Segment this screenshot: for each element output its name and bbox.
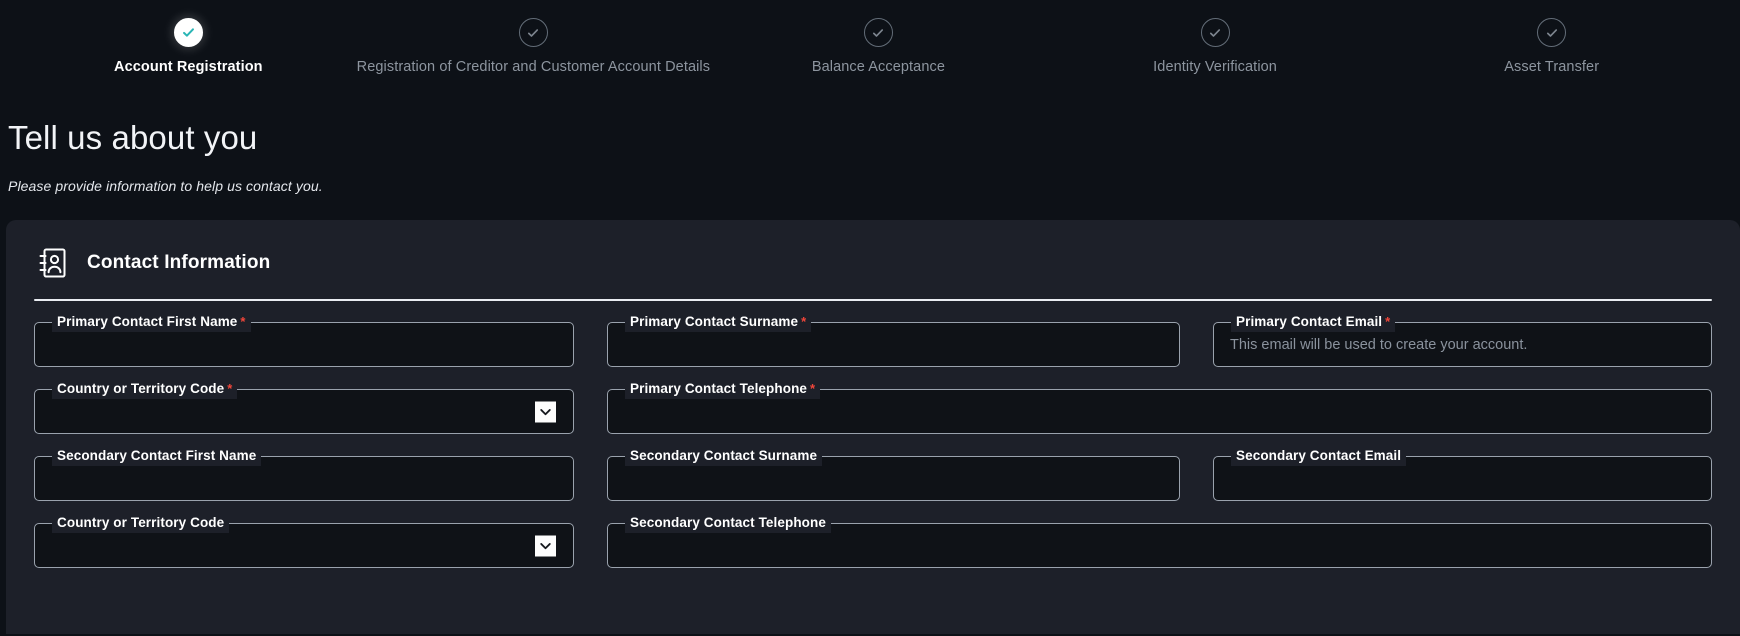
stepper-step-account-registration[interactable]: Account Registration (20, 18, 357, 76)
required-marker: * (810, 381, 815, 396)
secondary-country-or-territory-code-field[interactable]: Country or Territory Code (34, 523, 574, 568)
check-icon (526, 26, 540, 40)
stepper-step-identity-verification[interactable]: Identity Verification (1047, 18, 1384, 76)
form-cell: Primary Contact First Name* (34, 322, 574, 389)
check-icon (181, 25, 196, 40)
page-subtitle: Please provide information to help us co… (8, 178, 1740, 194)
card-header: Contact Information (34, 242, 1712, 280)
primary-contact-email-label: Primary Contact Email* (1231, 313, 1395, 331)
contact-information-form: Primary Contact First Name* Primary Cont… (34, 301, 1712, 590)
stepper-step-label: Identity Verification (1153, 59, 1277, 76)
stepper-step-label: Balance Acceptance (812, 59, 945, 76)
secondary-contact-email-field[interactable]: Secondary Contact Email (1213, 456, 1712, 501)
stepper-step-registration-of-creditor-and-customer-account-details[interactable]: Registration of Creditor and Customer Ac… (357, 18, 710, 76)
primary-contact-first-name-field[interactable]: Primary Contact First Name* (34, 322, 574, 367)
primary-country-or-territory-code-field[interactable]: Country or Territory Code* (34, 389, 574, 434)
primary-contact-telephone-field[interactable]: Primary Contact Telephone* (607, 389, 1712, 434)
form-cell: Secondary Contact First Name (34, 456, 574, 523)
form-cell: Country or Territory Code (34, 523, 574, 590)
required-marker: * (227, 381, 232, 396)
required-marker: * (240, 314, 245, 329)
secondary-country-or-territory-code-label: Country or Territory Code (52, 514, 229, 532)
secondary-contact-telephone-label: Secondary Contact Telephone (625, 514, 831, 532)
secondary-contact-surname-field[interactable]: Secondary Contact Surname (607, 456, 1180, 501)
form-cell: Primary Contact Email* (1213, 322, 1712, 389)
step-status-bubble (174, 18, 203, 47)
card-title: Contact Information (87, 252, 270, 274)
chevron-down-icon[interactable] (535, 401, 556, 422)
primary-contact-surname-field[interactable]: Primary Contact Surname* (607, 322, 1180, 367)
form-cell: Primary Contact Surname* (607, 322, 1180, 389)
check-icon (871, 26, 885, 40)
contact-information-card: Contact Information Primary Contact Firs… (6, 220, 1740, 634)
step-status-bubble (864, 18, 893, 47)
progress-stepper: Account Registration Registration of Cre… (0, 0, 1740, 108)
stepper-step-asset-transfer[interactable]: Asset Transfer (1383, 18, 1720, 76)
primary-contact-telephone-label: Primary Contact Telephone* (625, 380, 820, 398)
primary-contact-first-name-label: Primary Contact First Name* (52, 313, 251, 331)
stepper-step-label: Account Registration (114, 59, 263, 76)
contact-book-icon (36, 246, 70, 280)
secondary-contact-first-name-field[interactable]: Secondary Contact First Name (34, 456, 574, 501)
check-icon (1208, 26, 1222, 40)
required-marker: * (801, 314, 806, 329)
secondary-contact-first-name-label: Secondary Contact First Name (52, 447, 261, 465)
primary-contact-email-field[interactable]: Primary Contact Email* (1213, 322, 1712, 367)
stepper-step-label: Asset Transfer (1504, 59, 1599, 76)
secondary-contact-surname-label: Secondary Contact Surname (625, 447, 822, 465)
secondary-contact-email-label: Secondary Contact Email (1231, 447, 1406, 465)
page-heading-block: Tell us about you Please provide informa… (0, 108, 1740, 194)
step-status-bubble (519, 18, 548, 47)
step-status-bubble (1201, 18, 1230, 47)
step-status-bubble (1537, 18, 1566, 47)
form-cell: Primary Contact Telephone* (607, 389, 1712, 456)
page-title: Tell us about you (8, 120, 1740, 156)
stepper-step-balance-acceptance[interactable]: Balance Acceptance (710, 18, 1047, 76)
required-marker: * (1385, 314, 1390, 329)
stepper-step-label: Registration of Creditor and Customer Ac… (357, 59, 710, 76)
form-cell: Secondary Contact Telephone (607, 523, 1712, 590)
secondary-contact-telephone-field[interactable]: Secondary Contact Telephone (607, 523, 1712, 568)
check-icon (1545, 26, 1559, 40)
primary-country-or-territory-code-label: Country or Territory Code* (52, 380, 237, 398)
chevron-down-icon[interactable] (535, 535, 556, 556)
form-cell: Country or Territory Code* (34, 389, 574, 456)
primary-contact-surname-label: Primary Contact Surname* (625, 313, 811, 331)
form-cell: Secondary Contact Surname (607, 456, 1180, 523)
form-cell: Secondary Contact Email (1213, 456, 1712, 523)
